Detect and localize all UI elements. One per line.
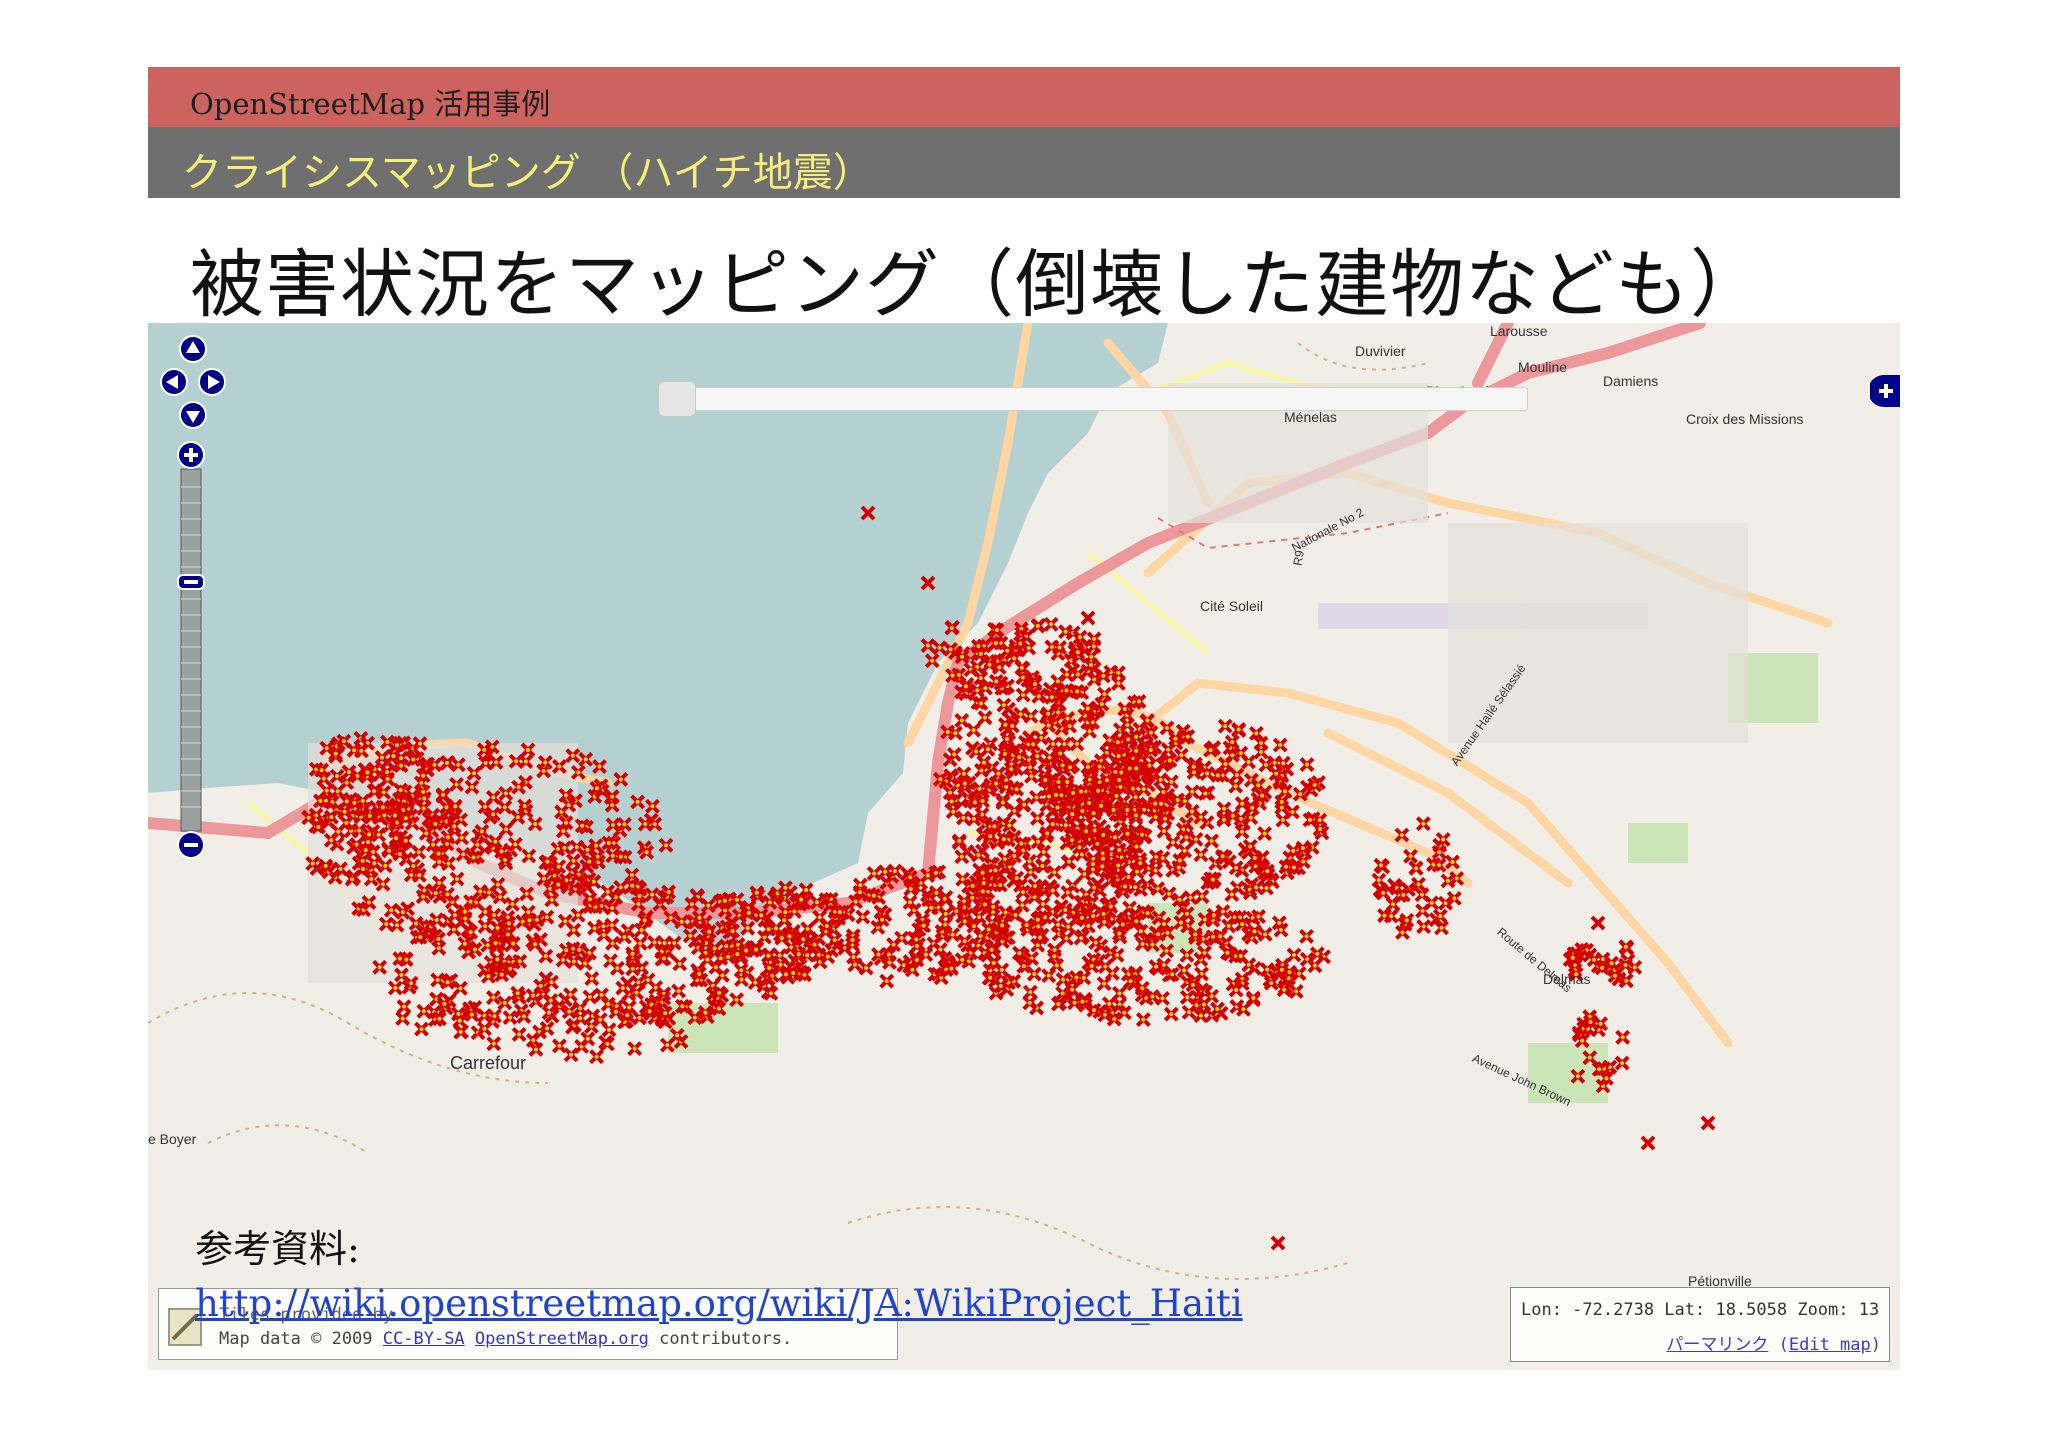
slide-title: 被害状況をマッピング（倒壊した建物なども） [190,242,1765,328]
place-label: Duvivier [1355,343,1406,359]
place-label: Mouline [1518,359,1568,375]
osm-site-link[interactable]: OpenStreetMap.org [475,1329,649,1349]
map-tiles[interactable] [148,323,1900,1370]
place-label: Carrefour [450,1053,527,1073]
layer-switcher-plus-icon[interactable] [1870,375,1900,407]
reference-link[interactable]: http://wiki.openstreetmap.org/wiki/JA:Wi… [195,1282,1243,1325]
zoom-bar[interactable] [176,441,206,859]
pan-control[interactable] [160,335,226,429]
place-label: Cité Soleil [1200,598,1264,614]
permalink-area: パーマリンク (Edit map) [1666,1335,1881,1355]
reference-label: 参考資料: [195,1227,360,1271]
section-header-text: OpenStreetMap 活用事例 [190,87,551,121]
place-label: e Boyer [148,1131,197,1147]
edit-map-link[interactable]: Edit map [1789,1335,1871,1355]
time-slider-track[interactable] [682,387,1528,411]
permalink-link[interactable]: パーマリンク [1666,1335,1768,1355]
place-label: Croix des Missions [1686,411,1804,427]
license-link[interactable]: CC-BY-SA [383,1329,465,1349]
subtitle-text: クライシスマッピング （ハイチ地震） [182,150,873,196]
attribution-prefix: Map data © 2009 [219,1329,373,1349]
time-slider[interactable] [658,381,1528,417]
place-label: Damiens [1603,373,1659,389]
coordinates-box: Lon: -72.2738 Lat: 18.5058 Zoom: 13 パーマリ… [1510,1287,1890,1362]
time-slider-knob[interactable] [658,381,696,417]
place-label: Ménelas [1284,409,1337,425]
mouse-position-readout: Lon: -72.2738 Lat: 18.5058 Zoom: 13 [1521,1300,1880,1320]
subtitle-bar: クライシスマッピング （ハイチ地震） [148,127,1900,198]
section-header-bar: OpenStreetMap 活用事例 [148,67,1900,127]
map-view[interactable]: Larousse Duvivier Mouline Damiens Blanch… [148,323,1900,1370]
road-label: R9 [1290,549,1307,567]
attribution-suffix: contributors. [659,1329,793,1349]
attribution-text: Map data © 2009 CC-BY-SA OpenStreetMap.o… [219,1329,792,1349]
place-label: Larousse [1490,323,1548,339]
